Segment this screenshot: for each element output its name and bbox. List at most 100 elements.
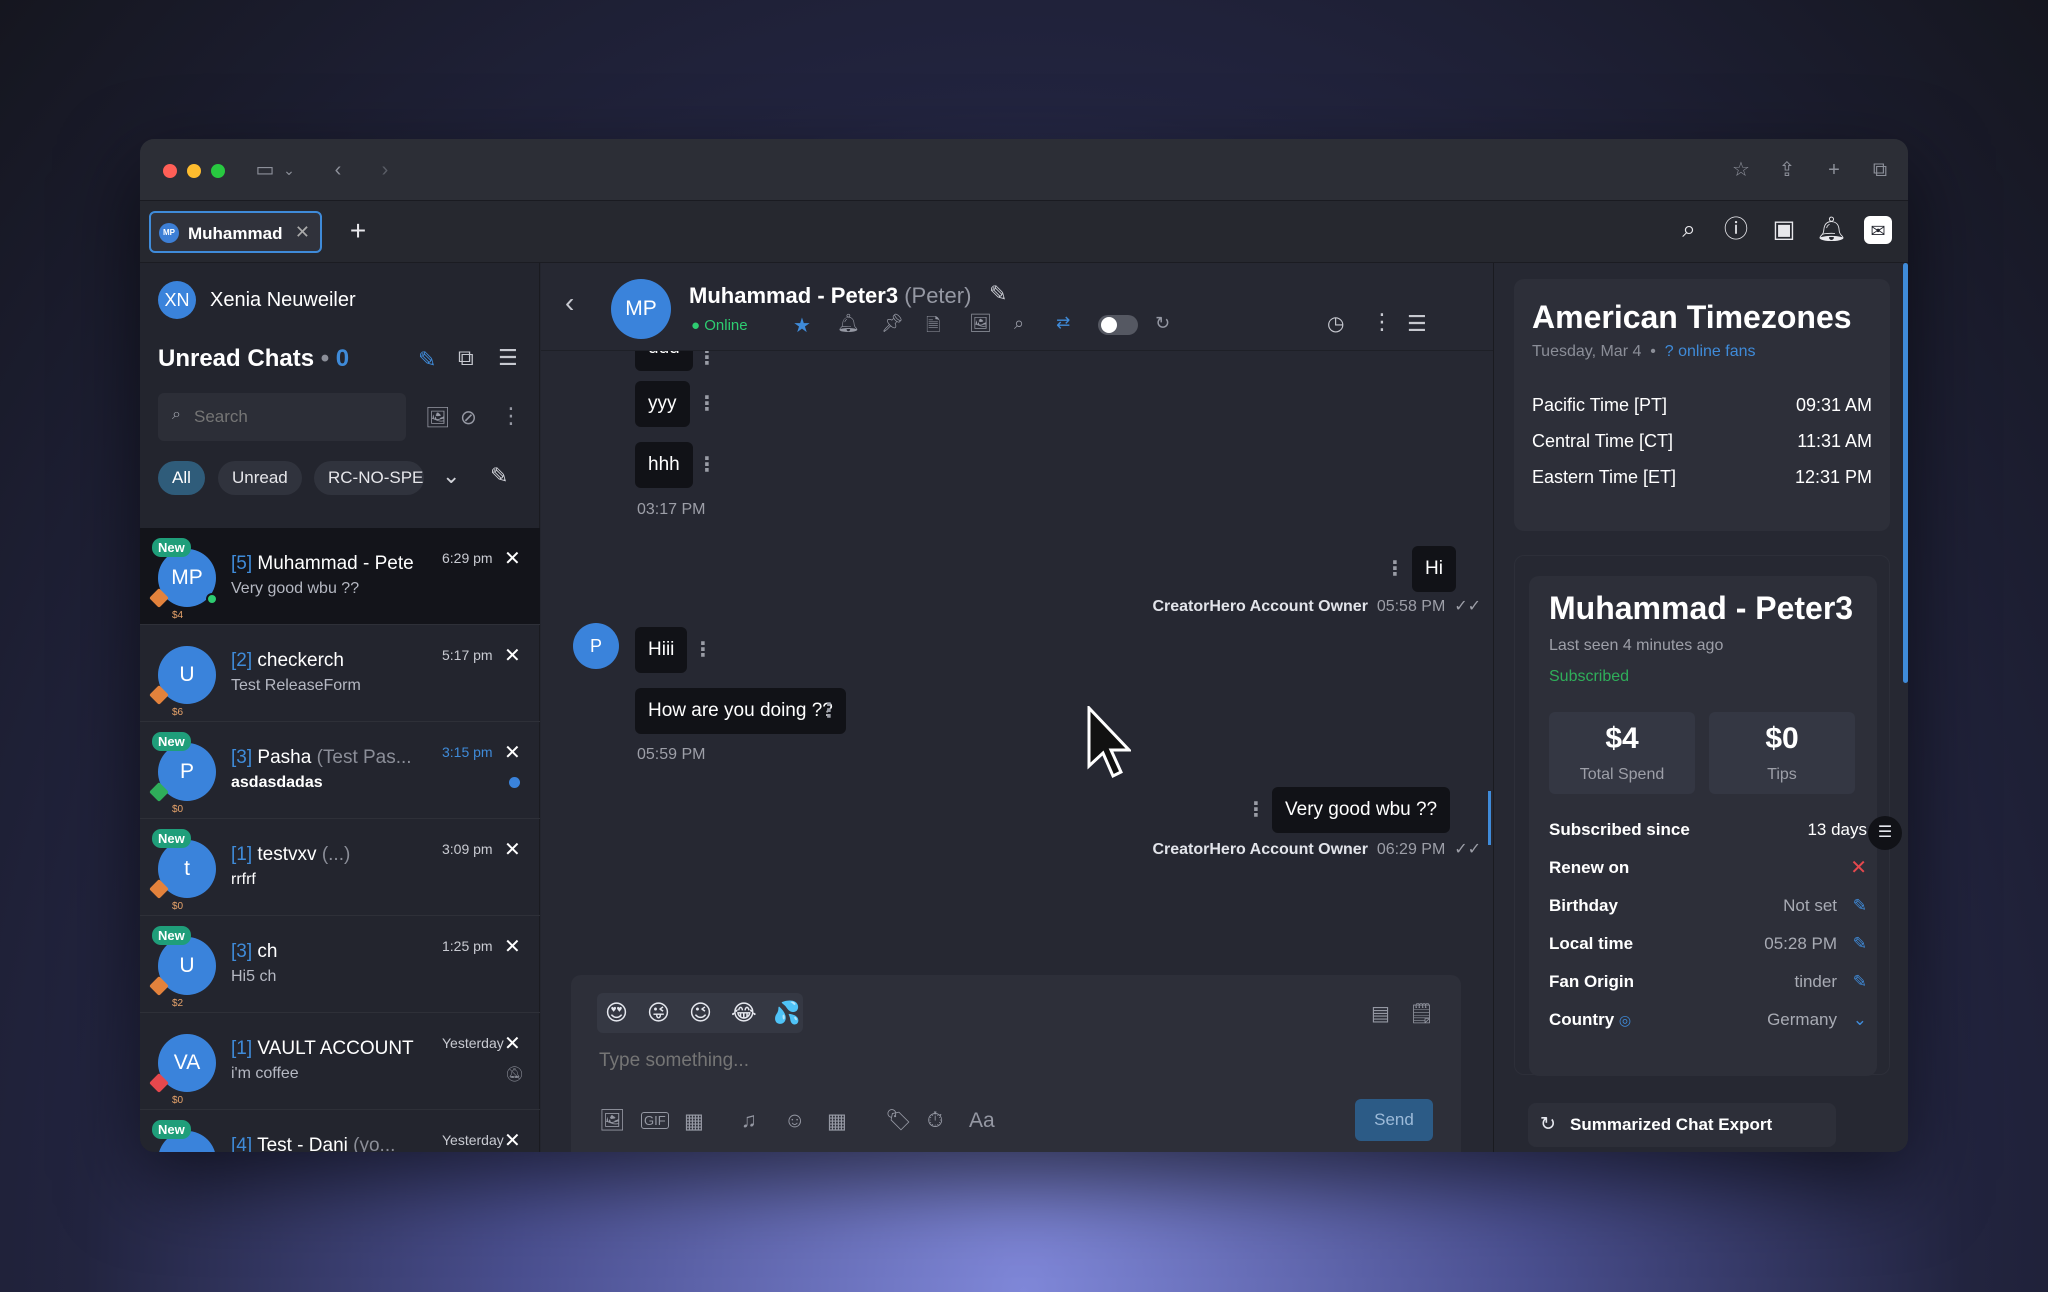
gif-icon[interactable]: GIF — [641, 1112, 669, 1129]
edit-icon[interactable]: ✎ — [1853, 896, 1867, 916]
message-input[interactable] — [599, 1043, 1399, 1079]
panel-scrollbar[interactable] — [1903, 263, 1908, 683]
emoji-heart-eyes[interactable]: 😍 — [605, 1000, 628, 1026]
chat-row-pasha[interactable]: P $0 New [3] Pasha (Test Pas... 3:15 pm ✕… — [140, 722, 540, 819]
gallery-icon[interactable]: ⧉ — [458, 345, 474, 371]
forward-icon[interactable]: › — [372, 157, 398, 183]
message-menu-icon[interactable]: ⋮ — [693, 637, 713, 662]
close-tab-icon[interactable]: ✕ — [295, 222, 310, 243]
filter-unread[interactable]: Unread — [218, 461, 302, 495]
message-bubble-out[interactable]: Hi — [1412, 546, 1456, 592]
emoji-droplets[interactable]: 💦 — [773, 1000, 800, 1026]
pin-icon[interactable]: 📌︎ — [881, 313, 904, 334]
close-chat-icon[interactable]: ✕ — [504, 1031, 521, 1056]
image-filter-icon[interactable]: 🖼︎ — [425, 405, 450, 430]
notification-bell-icon[interactable]: 🔔︎ — [837, 313, 860, 334]
audio-icon[interactable]: ♫ — [741, 1109, 757, 1133]
add-tab-icon[interactable]: + — [343, 216, 373, 246]
minimize-window-button[interactable] — [187, 164, 201, 178]
close-chat-icon[interactable]: ✕ — [504, 837, 521, 862]
image-upload-icon[interactable]: 🖼︎ — [599, 1109, 626, 1133]
edit-filters-icon[interactable]: ✎ — [490, 463, 508, 489]
list-menu-icon[interactable]: ☰ — [498, 345, 518, 371]
more-options-icon[interactable]: ⋮ — [1371, 309, 1393, 335]
fan-avatar[interactable]: P — [573, 623, 619, 669]
chevron-down-icon[interactable]: ⌄ — [442, 463, 460, 489]
chat-row-muhammad[interactable]: MP $4 New [5] Muhammad - Pete 6:29 pm ✕ V… — [140, 528, 540, 625]
message-menu-icon[interactable]: ⋮ — [697, 351, 717, 370]
chat-row-testvxv[interactable]: t $0 New [1] testvxv (...) 3:09 pm ✕ rrfr… — [140, 819, 540, 916]
search-box[interactable]: ⌕ — [158, 393, 406, 441]
saved-replies-icon[interactable]: 🗒︎ — [1409, 1001, 1434, 1026]
user-avatar[interactable]: XN — [158, 281, 196, 319]
tab-muhammad[interactable]: MP Muhammad ✕ — [149, 211, 322, 253]
mute-filter-icon[interactable]: ⊘ — [460, 405, 477, 430]
message-menu-icon[interactable]: ⋮ — [819, 698, 839, 723]
back-arrow-icon[interactable]: ‹ — [565, 287, 574, 319]
close-chat-icon[interactable]: ✕ — [504, 643, 521, 668]
emoji-wink-tongue[interactable]: 😜 — [647, 1000, 670, 1026]
emoji-picker-icon[interactable]: ☺ — [784, 1109, 805, 1133]
chevron-down-icon[interactable]: ⌄ — [276, 157, 302, 183]
message-bubble-in[interactable]: Hiii — [635, 627, 688, 673]
message-bubble-in[interactable]: uuu — [635, 351, 693, 371]
more-options-icon[interactable]: ⋮ — [500, 403, 522, 429]
message-menu-icon[interactable]: ⋮ — [1385, 556, 1405, 581]
edit-icon[interactable]: ✎ — [1853, 972, 1867, 992]
schedule-icon[interactable]: ▦ — [827, 1109, 847, 1134]
message-menu-icon[interactable]: ⋮ — [697, 391, 717, 416]
filter-rc-no-spe[interactable]: RC-NO-SPE — [314, 461, 424, 495]
info-icon[interactable]: ⓘ — [1721, 215, 1751, 245]
search-messages-icon[interactable]: ⌕ — [1014, 313, 1024, 334]
media-icon[interactable]: 🖼︎ — [969, 313, 992, 334]
emoji-laugh[interactable]: 😂 — [731, 1000, 757, 1026]
summarized-chat-export-button[interactable]: ↻ Summarized Chat Export — [1528, 1103, 1836, 1147]
favorite-star-icon[interactable]: ★ — [793, 313, 811, 338]
close-chat-icon[interactable]: ✕ — [504, 934, 521, 959]
chat-row-vault-account[interactable]: VA $0 [1] VAULT ACCOUNT Yesterday ✕ i'm c… — [140, 1013, 540, 1110]
close-window-button[interactable] — [163, 164, 177, 178]
vault-icon[interactable]: ▦ — [684, 1109, 704, 1134]
share-icon[interactable]: ⇪ — [1774, 157, 1800, 183]
sidebar-toggle-icon[interactable]: ▭ — [252, 157, 278, 183]
message-bubble-in[interactable]: hhh — [635, 442, 693, 488]
notes-icon[interactable]: 🗎 — [926, 313, 940, 343]
inbox-icon[interactable]: ✉︎ — [1864, 216, 1892, 244]
toggle-details-icon[interactable]: ☰ — [1407, 311, 1427, 337]
close-chat-icon[interactable]: ✕ — [504, 1128, 521, 1152]
emoji-wink[interactable]: 😉 — [689, 1000, 712, 1026]
panel-settings-icon[interactable]: ☰ — [1868, 816, 1902, 850]
filter-all[interactable]: All — [158, 461, 205, 495]
scrollbar-thumb[interactable] — [1488, 791, 1491, 845]
template-icon[interactable]: ▤ — [1371, 1001, 1390, 1026]
bookmark-star-icon[interactable]: ☆ — [1728, 157, 1754, 183]
close-chat-icon[interactable]: ✕ — [504, 740, 521, 765]
close-chat-icon[interactable]: ✕ — [504, 546, 521, 571]
message-bubble-out[interactable]: Very good wbu ?? — [1272, 787, 1451, 833]
price-tag-icon[interactable]: 🏷︎ — [885, 1109, 912, 1133]
chat-row-ch[interactable]: U $2 New [3] ch 1:25 pm ✕ Hi5 ch — [140, 916, 540, 1013]
zoom-window-button[interactable] — [211, 164, 225, 178]
text-format-icon[interactable]: Aa — [969, 1109, 995, 1133]
zoom-search-icon[interactable]: ⌕ — [1674, 215, 1704, 245]
edit-icon[interactable]: ✎ — [1853, 934, 1867, 954]
search-input[interactable] — [194, 401, 394, 433]
compose-icon[interactable]: ✎ — [418, 347, 436, 373]
refresh-icon[interactable]: ↻ — [1155, 313, 1170, 334]
chat-row-test-dani[interactable]: New [4] Test - Dani (yo... Yesterday ✕ — [140, 1110, 540, 1152]
chat-row-checkerch[interactable]: U $6 [2] checkerch 5:17 pm ✕ Test Release… — [140, 625, 540, 722]
chat-avatar[interactable]: MP — [611, 279, 671, 339]
history-icon[interactable]: ◷ — [1327, 311, 1344, 336]
timer-icon[interactable]: ⏱︎ — [927, 1109, 943, 1133]
message-menu-icon[interactable]: ⋮ — [1246, 797, 1266, 822]
translate-icon[interactable]: ⇄ — [1056, 313, 1070, 333]
translate-toggle[interactable] — [1098, 315, 1138, 335]
media-schedule-icon[interactable]: ▣ — [1769, 215, 1799, 245]
back-icon[interactable]: ‹ — [325, 157, 351, 183]
message-menu-icon[interactable]: ⋮ — [697, 452, 717, 477]
new-tab-plus-icon[interactable]: + — [1821, 157, 1847, 183]
bell-icon[interactable]: 🔔︎ — [1816, 215, 1846, 245]
send-button[interactable]: Send — [1355, 1099, 1433, 1141]
edit-name-icon[interactable]: ✎ — [989, 281, 1007, 307]
tab-overview-icon[interactable]: ⧉ — [1867, 157, 1893, 183]
